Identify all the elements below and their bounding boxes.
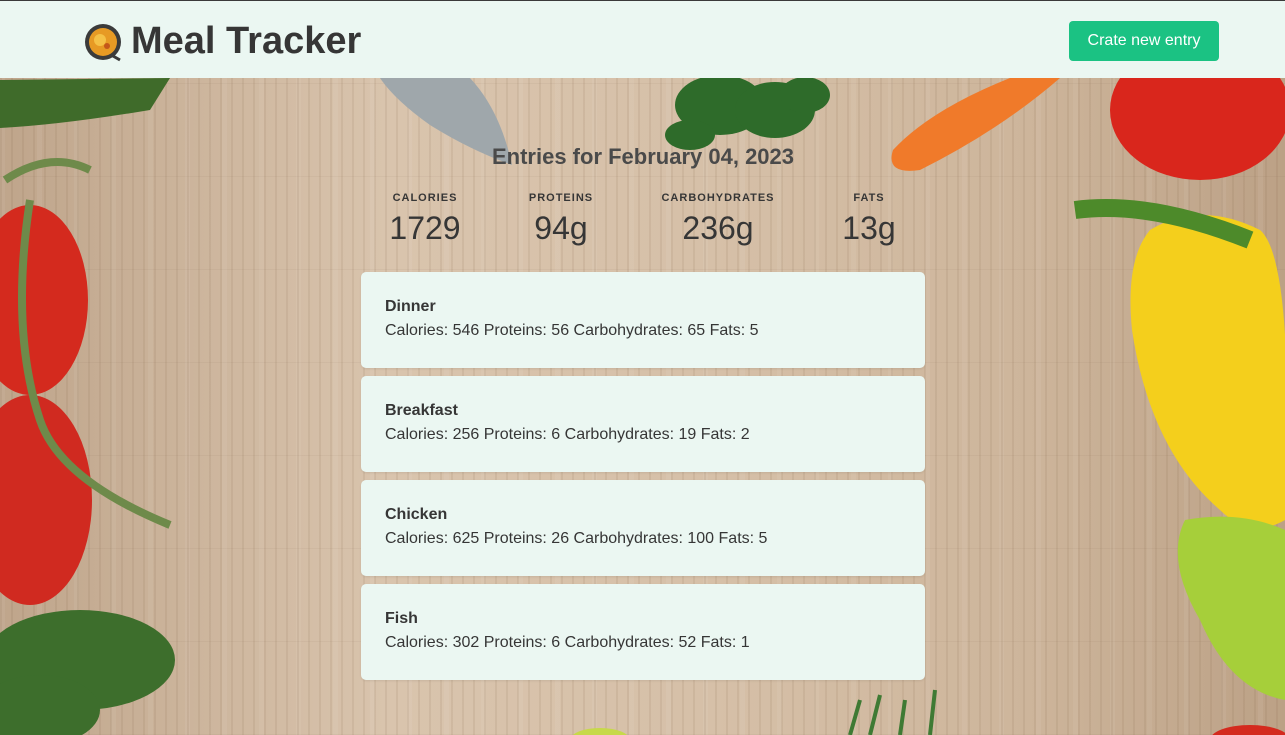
stat-label: CALORIES: [392, 192, 458, 204]
entry-macros: Calories: 302 Proteins: 6 Carbohydrates:…: [385, 634, 750, 651]
stat-value: 94g: [534, 210, 588, 246]
entry-card[interactable]: Fish Calories: 302 Proteins: 6 Carbohydr…: [361, 584, 925, 680]
thyme-shape: [0, 610, 175, 735]
entry-name: Breakfast: [385, 402, 458, 419]
cooking-pan-icon: [83, 22, 123, 62]
stat-value: 1729: [389, 210, 461, 246]
fats-stat: FATS 13g: [805, 192, 933, 247]
lime-bottom: [572, 728, 628, 735]
entry-card[interactable]: Dinner Calories: 546 Proteins: 56 Carboh…: [361, 272, 925, 368]
stat-label: FATS: [853, 192, 885, 204]
tomato-bottom-right: [1212, 725, 1285, 735]
entry-macros: Calories: 625 Proteins: 26 Carbohydrates…: [385, 530, 768, 547]
entry-name: Chicken: [385, 506, 448, 523]
brand[interactable]: Meal Tracker: [83, 20, 361, 63]
create-new-entry-button[interactable]: Crate new entry: [1069, 21, 1219, 61]
tomato-left-1: [0, 205, 88, 395]
entry-card[interactable]: Chicken Calories: 625 Proteins: 26 Carbo…: [361, 480, 925, 576]
app-title: Meal Tracker: [131, 20, 362, 62]
yellow-pepper: [1130, 215, 1285, 528]
entries-date-heading: Entries for February 04, 2023: [491, 144, 795, 169]
stat-value: 13g: [842, 210, 896, 246]
stat-label: PROTEINS: [528, 192, 594, 204]
proteins-stat: PROTEINS 94g: [497, 192, 625, 247]
entry-macros: Calories: 256 Proteins: 6 Carbohydrates:…: [385, 426, 750, 443]
green-pepper: [1177, 516, 1285, 700]
herb-bottom: [848, 689, 937, 735]
entry-card[interactable]: Breakfast Calories: 256 Proteins: 6 Carb…: [361, 376, 925, 472]
entry-name: Fish: [385, 610, 418, 627]
navbar: Meal Tracker Crate new entry: [0, 0, 1285, 78]
entries-list: Dinner Calories: 546 Proteins: 56 Carboh…: [361, 272, 925, 688]
stat-label: CARBOHYDRATES: [661, 192, 775, 204]
entry-macros: Calories: 546 Proteins: 56 Carbohydrates…: [385, 322, 759, 339]
stat-value: 236g: [682, 210, 754, 246]
calories-stat: CALORIES 1729: [361, 192, 489, 247]
cucumber-shape: [0, 78, 170, 128]
parsley-shape: [665, 75, 830, 150]
entry-name: Dinner: [385, 298, 436, 315]
nutrition-summary: CALORIES 1729 PROTEINS 94g CARBOHYDRATES…: [361, 192, 925, 252]
carbohydrates-stat: CARBOHYDRATES 236g: [647, 192, 789, 247]
